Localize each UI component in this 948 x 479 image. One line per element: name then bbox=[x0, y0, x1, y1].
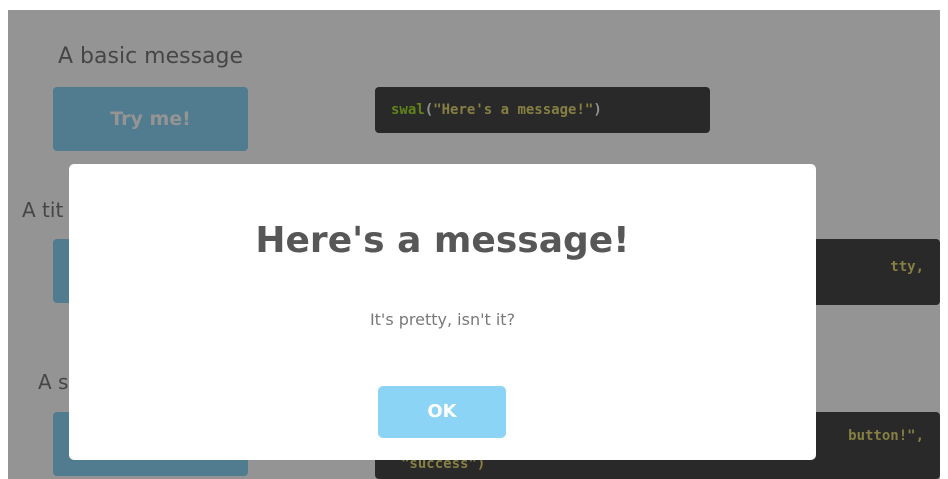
alert-text: It's pretty, isn't it? bbox=[369, 310, 516, 329]
alert-dialog: Here's a message! It's pretty, isn't it?… bbox=[69, 164, 816, 460]
alert-title: Here's a message! bbox=[255, 220, 630, 261]
ok-button[interactable]: OK bbox=[378, 386, 506, 438]
